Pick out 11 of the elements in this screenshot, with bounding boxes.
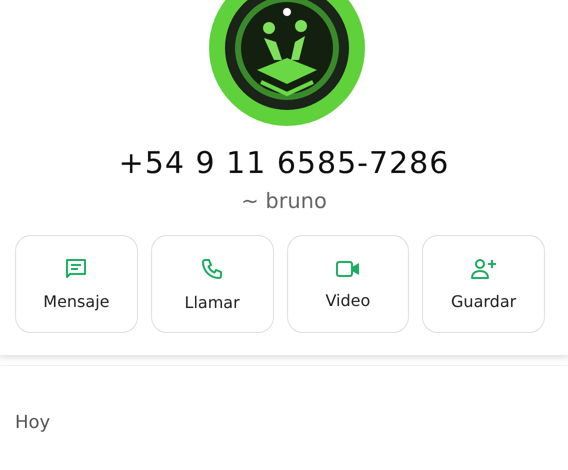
- video-camera-icon: [334, 258, 361, 278]
- add-person-icon: [470, 258, 498, 280]
- section-title: Hoy: [15, 412, 50, 433]
- call-button[interactable]: Llamar: [150, 235, 274, 333]
- contact-name: ~ bruno: [240, 189, 328, 213]
- phone-icon: [200, 256, 224, 280]
- message-icon: [64, 258, 88, 280]
- add-contact-button[interactable]: Guardar: [422, 235, 545, 333]
- phone-number: +54 9 11 6585-7286: [118, 146, 450, 181]
- video-button[interactable]: Video: [286, 235, 410, 333]
- message-button[interactable]: Mensaje: [15, 235, 138, 333]
